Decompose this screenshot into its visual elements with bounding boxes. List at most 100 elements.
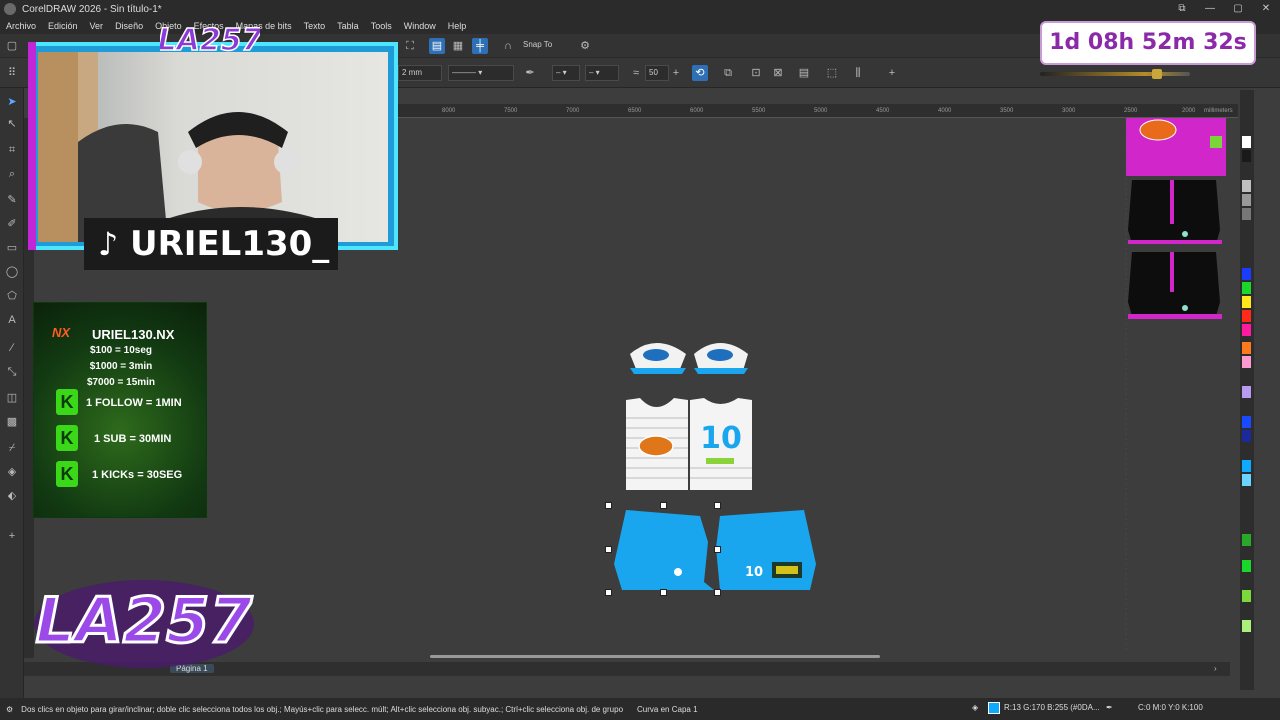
menu-texto[interactable]: Texto [298,21,332,31]
swatch-blue[interactable] [1242,268,1251,280]
maximize-button[interactable]: ▢ [1224,0,1252,18]
swatch-magenta[interactable] [1242,324,1251,336]
swatch-green[interactable] [1242,534,1251,546]
shadow-tool-icon[interactable]: ◫ [4,390,20,406]
full-screen-icon[interactable]: ⛶ [402,38,418,54]
selection-handle[interactable] [714,502,721,509]
swatch-navy[interactable] [1242,430,1251,442]
menu-diseno[interactable]: Diseño [109,21,149,31]
swatch-gray[interactable] [1242,208,1251,220]
ruler-tick: 8000 [442,108,456,114]
outline-width-field[interactable]: 2 mm [398,65,442,81]
tiktok-icon: ♪ [97,225,119,263]
selection-handle[interactable] [714,546,721,553]
swatch-light-green[interactable] [1242,620,1251,632]
logo-text: LA257 [36,584,254,657]
jersey-pieces[interactable]: 10 [626,398,752,490]
add-icon[interactable]: + [884,65,900,81]
shape-tool-icon[interactable]: ↖ [4,116,20,132]
selection-handle[interactable] [605,502,612,509]
pick-tool-icon[interactable]: ⠿ [4,65,20,81]
order-icon[interactable]: ▤ [796,65,812,81]
distribute-icon[interactable]: ⫼ [850,65,866,81]
wrap-icon[interactable]: ⟲ [692,65,708,81]
line-style-dropdown[interactable]: ——— ▾ [448,65,514,81]
swatch-blue[interactable] [1242,416,1251,428]
menu-help[interactable]: Help [442,21,473,31]
end-arrow-dropdown[interactable]: – ▾ [585,65,619,81]
swatch-yellow[interactable] [1242,296,1251,308]
group-icon[interactable]: ⊡ [748,65,764,81]
selection-handle[interactable] [660,502,667,509]
channel-logo-top: LA257 [160,22,260,59]
snap-to-dropdown[interactable]: Snap To [520,38,564,54]
rectangle-tool-icon[interactable]: ▭ [4,240,20,256]
fill-color-swatch[interactable] [988,702,1000,714]
artistic-media-icon[interactable]: ✐ [4,216,20,232]
swatch-white[interactable] [1242,136,1251,148]
show-guides-icon[interactable]: ╪ [472,38,488,54]
selection-handle[interactable] [714,589,721,596]
settings-gear-icon[interactable]: ⚙ [6,705,13,714]
menu-window[interactable]: Window [398,21,442,31]
line-tool-icon[interactable]: ∕ [4,340,20,356]
new-document-icon[interactable]: ▢ [4,38,20,54]
rate-line: $100 = 10seg [90,345,152,356]
menu-tabla[interactable]: Tabla [331,21,365,31]
pen-icon[interactable]: ✒ [522,65,538,81]
ruler-tick: 3000 [1062,108,1076,114]
eyedropper-tool-icon[interactable]: ⌿ [4,440,20,456]
show-grid-icon[interactable]: ▦ [450,38,466,54]
swatch-lavender[interactable] [1242,386,1251,398]
right-design-pieces[interactable] [1126,118,1226,319]
swatch-black[interactable] [1242,150,1251,162]
polygon-tool-icon[interactable]: ⬠ [4,288,20,304]
freehand-tool-icon[interactable]: ✎ [4,192,20,208]
scroll-right-icon[interactable]: › [1214,664,1217,673]
menu-archivo[interactable]: Archivo [0,21,42,31]
menu-tools[interactable]: Tools [365,21,398,31]
restore-icon[interactable]: ⧉ [1168,0,1196,18]
swatch-orange[interactable] [1242,342,1251,354]
menu-ver[interactable]: Ver [84,21,110,31]
swatch-lime[interactable] [1242,590,1251,602]
kick-icon: K [56,425,78,451]
zoom-tool-icon[interactable]: ⌕ [4,166,20,182]
swatch-gray[interactable] [1242,180,1251,192]
smart-fill-icon[interactable]: ⬖ [4,488,20,504]
menu-edicion[interactable]: Edición [42,21,84,31]
increment-icon[interactable]: + [668,65,684,81]
options-gear-icon[interactable]: ⚙ [577,38,593,54]
swatch-pink[interactable] [1242,356,1251,368]
ruler-tick: 6500 [628,108,642,114]
ungroup-icon[interactable]: ⊠ [770,65,786,81]
minimize-button[interactable]: — [1196,0,1224,18]
swatch-red[interactable] [1242,310,1251,322]
transparency-tool-icon[interactable]: ▩ [4,414,20,430]
connector-tool-icon[interactable]: ⤡ [4,364,20,380]
swatch-cyan[interactable] [1242,460,1251,472]
swatch-gray[interactable] [1242,194,1251,206]
snap-magnet-icon[interactable]: ∩ [500,38,516,54]
swatch-green[interactable] [1242,560,1251,572]
swatch-light-cyan[interactable] [1242,474,1251,486]
close-button[interactable]: ✕ [1252,0,1280,18]
selection-handle[interactable] [605,589,612,596]
swatch-green[interactable] [1242,282,1251,294]
collar-pieces[interactable] [630,343,748,374]
smoothing-field[interactable]: 50 [645,65,669,81]
ellipse-tool-icon[interactable]: ◯ [4,264,20,280]
add-tool-icon[interactable]: + [4,528,20,544]
start-arrow-dropdown[interactable]: – ▾ [552,65,580,81]
selection-handle[interactable] [660,589,667,596]
pick-tool-icon[interactable]: ➤ [4,94,20,110]
crop-tool-icon[interactable]: ⌗ [4,142,20,158]
text-tool-icon[interactable]: A [4,312,20,328]
selection-handle[interactable] [605,546,612,553]
fill-tool-icon[interactable]: ◈ [4,464,20,480]
show-rulers-icon[interactable]: ▤ [429,38,445,54]
kick-icon: K [56,461,78,487]
arrange-icon[interactable]: ⧉ [720,65,736,81]
align-icon[interactable]: ⬚ [824,65,840,81]
horizontal-scrollbar[interactable] [430,655,880,658]
